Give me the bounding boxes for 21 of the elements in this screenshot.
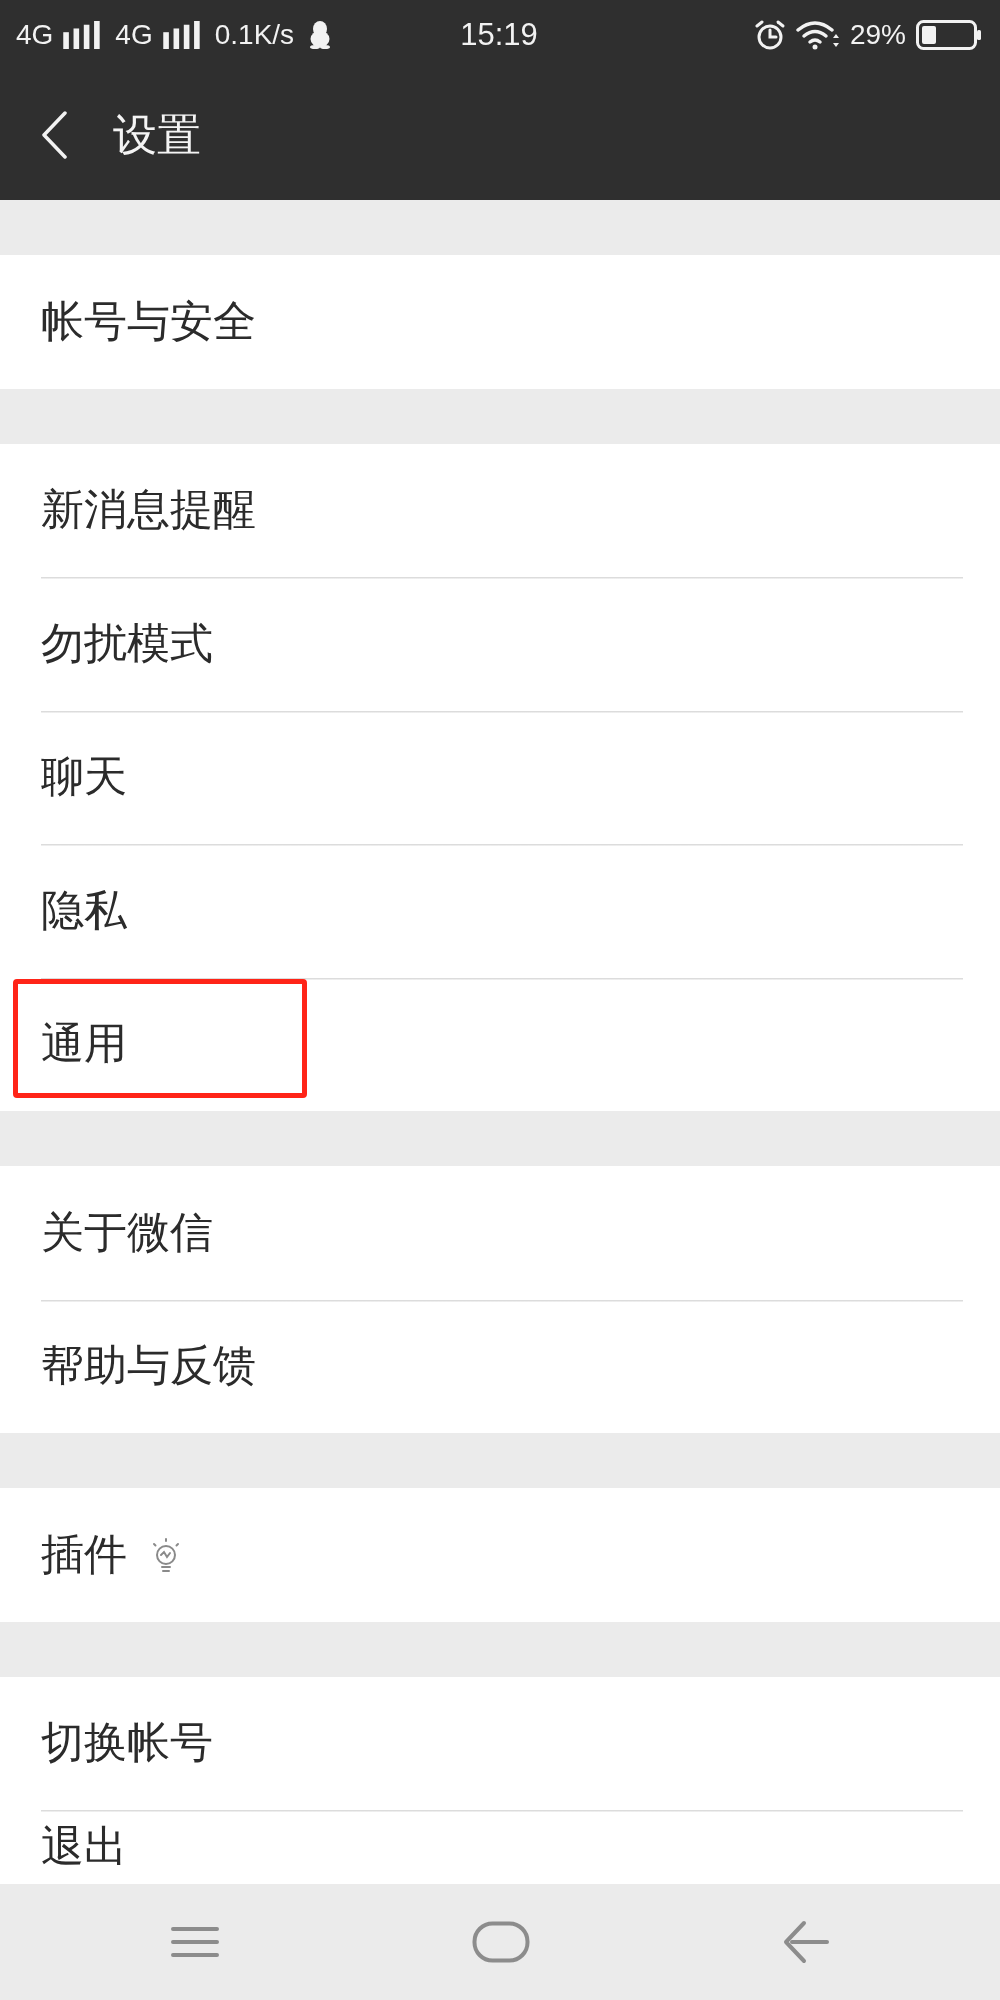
- settings-item[interactable]: 切换帐号: [0, 1676, 1000, 1810]
- battery-percent: 29%: [849, 19, 906, 51]
- penguin-icon: [308, 21, 333, 49]
- back-icon[interactable]: [40, 111, 68, 159]
- settings-item[interactable]: 帐号与安全: [0, 255, 1000, 389]
- network-label: 4G: [115, 19, 153, 51]
- menu-icon[interactable]: [170, 1925, 220, 1959]
- page-title: 设置: [113, 108, 201, 162]
- network-label: 4G: [16, 19, 54, 51]
- battery-icon: [916, 20, 982, 50]
- clock-time: 15:19: [460, 17, 538, 53]
- settings-item[interactable]: 新消息提醒: [0, 443, 1000, 577]
- wifi-icon: [795, 20, 840, 50]
- home-icon[interactable]: [472, 1921, 530, 1963]
- signal-icon: [61, 21, 102, 49]
- signal-icon: [160, 21, 201, 49]
- alarm-clock-icon: [753, 19, 786, 51]
- lightbulb-icon: [150, 1536, 182, 1573]
- settings-item[interactable]: 关于微信: [0, 1166, 1000, 1300]
- settings-item[interactable]: 插件: [0, 1488, 1000, 1622]
- network-speed: 0.1K/s: [214, 19, 295, 51]
